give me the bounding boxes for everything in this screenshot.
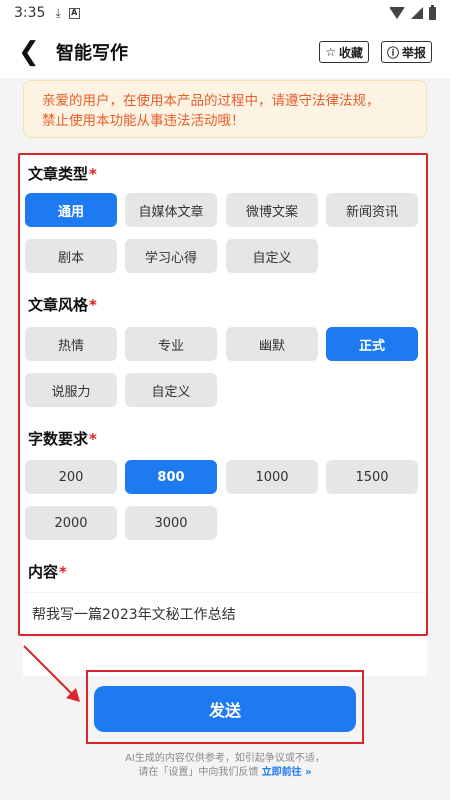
- chip-type-3[interactable]: 新闻资讯: [326, 193, 418, 227]
- content-title: 内容*: [28, 561, 67, 582]
- article-style-title: 文章风格*: [28, 294, 97, 315]
- chip-count-4[interactable]: 2000: [25, 506, 117, 540]
- content-input[interactable]: 帮我写一篇2023年文秘工作总结: [22, 592, 426, 634]
- required-mark: *: [89, 430, 97, 448]
- chip-style-2[interactable]: 幽默: [226, 327, 318, 361]
- article-type-title: 文章类型*: [28, 163, 97, 184]
- chip-type-4[interactable]: 剧本: [25, 239, 117, 273]
- chip-style-5[interactable]: 自定义: [125, 373, 217, 407]
- footer-line-1: AI生成的内容仅供参考，如引起争议或不适，: [125, 753, 325, 764]
- star-icon: ☆: [325, 45, 336, 59]
- report-label: 举报: [401, 45, 426, 60]
- notification-a-icon: A: [68, 7, 80, 19]
- chip-count-0[interactable]: 200: [25, 460, 117, 494]
- word-count-title: 字数要求*: [28, 428, 97, 449]
- report-button[interactable]: ⓘ 举报: [380, 41, 432, 63]
- chip-count-1[interactable]: 800: [125, 460, 217, 494]
- chip-style-3[interactable]: 正式: [326, 327, 418, 361]
- article-style-label: 文章风格: [28, 296, 89, 314]
- footer-line-2: 请在「设置」中向我们反馈: [138, 767, 259, 778]
- send-button[interactable]: 发送: [94, 686, 356, 732]
- chip-type-6[interactable]: 自定义: [226, 239, 318, 273]
- battery-icon: [429, 4, 436, 20]
- feedback-link[interactable]: 立即前往 »: [262, 767, 312, 778]
- chip-style-4[interactable]: 说服力: [25, 373, 117, 407]
- signal-icon: [411, 7, 423, 19]
- article-type-label: 文章类型: [28, 165, 89, 183]
- content-label: 内容: [28, 563, 59, 581]
- legal-notice: 亲爱的用户，在使用本产品的过程中，请遵守法律法规， 禁止使用本功能从事违法活动哦…: [23, 80, 427, 138]
- page-title: 智能写作: [56, 43, 128, 64]
- word-count-label: 字数要求: [28, 430, 89, 448]
- back-arrow-icon[interactable]: ❮: [18, 39, 42, 65]
- info-circle-icon: ⓘ: [386, 45, 399, 60]
- chip-count-3[interactable]: 1500: [326, 460, 418, 494]
- chip-style-0[interactable]: 热情: [25, 327, 117, 361]
- required-mark: *: [89, 296, 97, 314]
- wifi-icon: [389, 7, 405, 19]
- chip-style-1[interactable]: 专业: [125, 327, 217, 361]
- download-icon: ⤓: [55, 5, 61, 20]
- chip-count-5[interactable]: 3000: [125, 506, 217, 540]
- chip-type-1[interactable]: 自媒体文章: [125, 193, 217, 227]
- favorite-button[interactable]: ☆ 收藏: [319, 41, 369, 63]
- writing-form: 文章类型* 通用 自媒体文章 微博文案 新闻资讯 剧本 学习心得 自定义 文章风…: [18, 153, 428, 636]
- chip-type-5[interactable]: 学习心得: [125, 239, 217, 273]
- notice-line-1: 亲爱的用户，在使用本产品的过程中，请遵守法律法规，: [42, 93, 380, 109]
- annotation-arrow-icon: [23, 645, 80, 702]
- content-value: 帮我写一篇2023年文秘工作总结: [32, 606, 236, 623]
- required-mark: *: [59, 563, 67, 581]
- send-highlight: 发送: [86, 670, 364, 744]
- nav-bar: ❮ 智能写作 ☆ 收藏 ⓘ 举报: [0, 26, 450, 78]
- favorite-label: 收藏: [338, 45, 363, 60]
- chip-count-2[interactable]: 1000: [226, 460, 318, 494]
- notice-line-2: 禁止使用本功能从事违法活动哦！: [42, 113, 245, 129]
- footer-disclaimer: AI生成的内容仅供参考，如引起争议或不适， 请在「设置」中向我们反馈 立即前往 …: [0, 752, 450, 780]
- status-time: 3:35: [14, 5, 46, 21]
- chip-type-0[interactable]: 通用: [25, 193, 117, 227]
- status-bar: 3:35 ⤓ A: [0, 0, 450, 26]
- required-mark: *: [89, 165, 97, 183]
- chip-type-2[interactable]: 微博文案: [226, 193, 318, 227]
